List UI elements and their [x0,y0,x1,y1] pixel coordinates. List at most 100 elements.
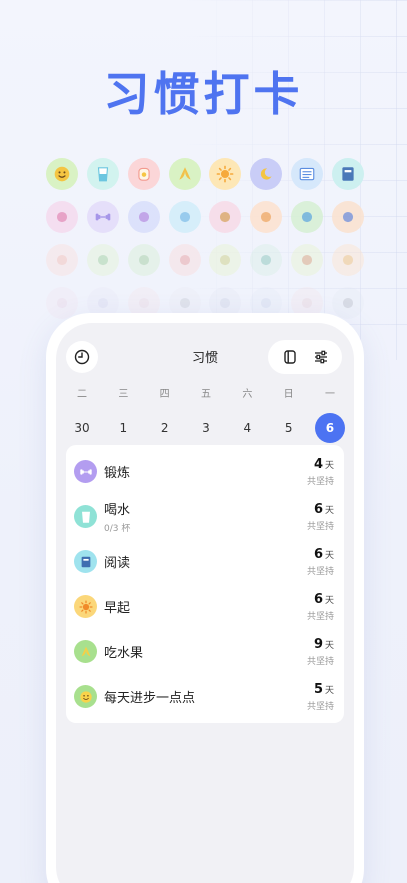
date-number[interactable]: 1 [108,413,138,443]
habit-text: 锻炼 [104,462,307,481]
streak-caption: 共坚持 [306,476,334,487]
chat-icon [302,211,313,223]
selected-date[interactable]: 6 [314,413,345,443]
camera-icon [97,297,108,309]
streak-count: 5 [313,681,323,697]
weekday-label: 日 [283,389,294,400]
streak-unit: 天 [324,640,334,651]
streak-count: 9 [313,636,323,652]
streak-count: 4 [313,456,323,472]
icon-row [46,158,364,192]
habit-text: 早起 [104,597,307,616]
day-column[interactable]: 日5 [269,385,309,443]
moon-sleep-icon [261,168,272,180]
habit-row[interactable]: 吃水果 9 天共坚持 [66,629,344,674]
habit-icon-badge[interactable] [74,595,97,618]
showcase-icon [209,244,242,276]
habit-row[interactable]: 早起 6 天共坚持 [66,584,344,629]
day-column[interactable]: 五3 [186,385,226,443]
day-column[interactable]: 二 30 [62,385,102,443]
streak-count: 6 [313,546,323,562]
date-number[interactable]: 30 [67,413,97,443]
habit-row[interactable]: 阅读 6 天共坚持 [66,539,344,584]
word-card-icon [299,167,315,181]
top-bar: 习惯 [56,323,354,387]
water-glass-icon [97,167,108,182]
search-icon [179,254,190,266]
streak-count: 6 [313,501,323,517]
money-icon [220,254,231,266]
card-view-icon [283,350,296,364]
showcase-icon [86,201,119,233]
date-number[interactable]: 2 [150,413,180,443]
banana-icon [178,167,191,180]
day-column[interactable]: 一6 [310,385,350,443]
showcase-icon [168,201,201,233]
toast-icon [138,167,150,181]
habit-list: 锻炼 4 天共坚持 喝水 0/3 杯 6 天共坚持 阅读 6 天共坚持 早起 6 天共坚持 吃水果 9 天共坚… [66,445,344,723]
habit-text: 每天进步一点点 [104,687,307,706]
showcase-icon [86,158,119,190]
streak-caption: 共坚持 [306,566,334,577]
settings-button[interactable] [313,349,329,365]
app-screen: 习惯 二 30 三 1 四 2 五 3 六 4 日 5 一 6 锻炼 4 天共坚持 喝水 0 [56,323,354,883]
habit-row[interactable]: 锻炼 4 天共坚持 [66,449,344,494]
scale-icon [261,254,272,266]
habit-icon-badge[interactable] [74,685,97,708]
sun-icon [216,165,234,183]
hero-title: 习惯打卡 [103,67,304,121]
weekday-label: 一 [324,389,335,400]
habit-name: 阅读 [104,556,131,571]
showcase-icon [250,244,283,276]
book-icon [81,556,90,567]
habit-name: 早起 [104,601,131,616]
day-column[interactable]: 六4 [227,385,267,443]
showcase-icon [46,201,78,233]
face-mask-icon [56,254,68,266]
day-column[interactable]: 三1 [103,385,143,443]
showcase-icon [127,158,160,190]
date-number[interactable]: 4 [232,413,262,443]
weekday-label: 四 [159,389,170,400]
phone-icon [261,297,272,309]
photo-icon [342,297,353,309]
habit-text: 喝水 0/3 杯 [104,499,307,534]
habit-row[interactable]: 每天进步一点点 5 天共坚持 [66,674,344,719]
habit-icon-badge[interactable] [74,640,97,663]
streak-unit: 天 [324,460,334,471]
streak-caption: 共坚持 [306,656,334,667]
showcase-icon [46,158,78,190]
habit-icon-badge[interactable] [74,505,97,528]
habit-name: 锻炼 [104,466,131,481]
rainbow-icon [179,211,190,223]
showcase-icon [168,158,201,190]
no-smoking-icon [302,254,313,266]
water-glass-icon [81,511,90,523]
streak-caption: 共坚持 [306,701,334,712]
day-column[interactable]: 四2 [145,385,185,443]
card-view-button[interactable] [282,349,298,365]
streak-line: 6天 [307,547,334,562]
showcase-icon [250,201,283,233]
lotus-icon [138,211,149,223]
streak-caption: 共坚持 [306,521,334,532]
showcase-icon [209,158,242,190]
habit-streak: 6 天共坚持 [307,592,334,622]
weekday-label: 二 [77,389,87,400]
music-icon [138,297,149,309]
showcase-icon [291,244,324,276]
broom-icon [261,211,272,223]
showcase-icon [291,158,324,190]
date-number[interactable]: 5 [274,413,304,443]
habit-icon-badge[interactable] [74,550,97,573]
streak-caption: 共坚持 [306,611,334,622]
weekday-label: 三 [118,389,129,400]
streak-unit: 天 [324,685,334,696]
habit-streak: 6 天共坚持 [307,502,334,532]
dumbbell-icon [95,213,111,221]
habit-icon-badge[interactable] [74,460,97,483]
date-number[interactable]: 3 [191,413,221,443]
habit-row[interactable]: 喝水 0/3 杯 6 天共坚持 [66,494,344,539]
showcase-icon [209,201,242,233]
showcase-icon [250,158,283,190]
